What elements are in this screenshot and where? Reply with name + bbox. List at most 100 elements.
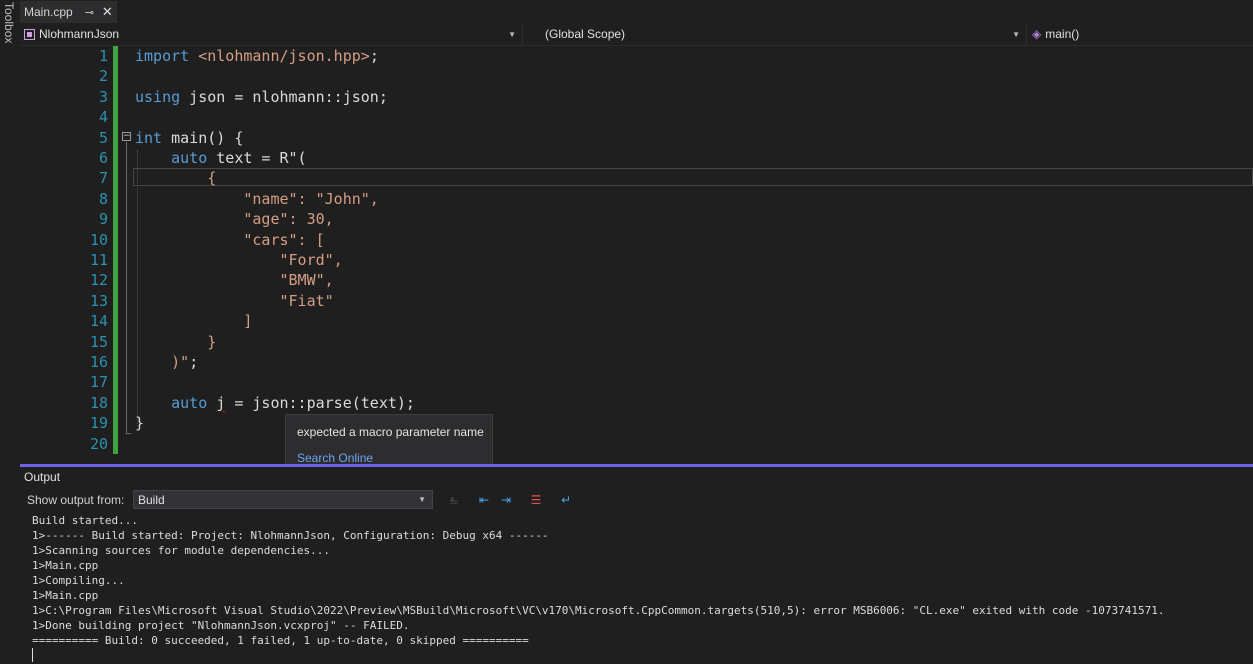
- code-line[interactable]: import <nlohmann/json.hpp>;: [135, 46, 379, 66]
- line-number: 5: [98, 128, 108, 147]
- output-panel: Output Show output from: Build ▼ ⎁ ⇤ ⇥ ☰…: [20, 467, 1253, 664]
- line-number: 6: [98, 149, 108, 167]
- output-line: 1>Main.cpp: [32, 589, 99, 602]
- previous-message-icon[interactable]: ⇤: [476, 492, 492, 508]
- code-line[interactable]: "age": 30,: [135, 209, 334, 229]
- code-line[interactable]: {: [135, 168, 216, 188]
- line-number: 16: [89, 353, 108, 371]
- output-text[interactable]: Build started... 1>------ Build started: …: [32, 513, 1164, 648]
- close-icon[interactable]: ✕: [102, 4, 113, 20]
- code-token: json = nlohmann::json;: [180, 87, 388, 106]
- project-dropdown[interactable]: NlohmannJson ▼: [20, 24, 523, 44]
- line-number: 1: [98, 47, 108, 65]
- line-number: 15: [89, 332, 108, 351]
- line-number: 11: [89, 251, 108, 269]
- toolbox-strip[interactable]: Toolbox: [0, 0, 21, 664]
- line-number: 12: [89, 271, 108, 290]
- code-line[interactable]: }: [135, 413, 144, 433]
- line-number: 18: [89, 393, 108, 412]
- code-line[interactable]: "Ford",: [135, 250, 343, 270]
- code-token: "age": 30,: [135, 210, 334, 229]
- code-line[interactable]: "cars": [: [135, 230, 325, 250]
- outline-guide: [126, 142, 127, 434]
- text-caret: [32, 648, 33, 662]
- collapse-outline-icon[interactable]: −: [122, 132, 131, 141]
- line-number: 14: [89, 312, 108, 331]
- next-message-icon[interactable]: ⇥: [498, 492, 514, 508]
- code-token: main() {: [162, 128, 244, 147]
- pin-icon[interactable]: ⊸: [85, 6, 94, 19]
- code-token: "Ford",: [135, 251, 343, 269]
- line-number: 8: [98, 189, 108, 208]
- code-line[interactable]: auto text = R"(: [135, 148, 307, 168]
- line-number: 17: [89, 373, 108, 392]
- code-token: )": [135, 353, 190, 371]
- line-number: 4: [98, 108, 108, 127]
- word-wrap-icon[interactable]: ↵: [558, 492, 574, 508]
- code-token: text = R"(: [207, 149, 307, 167]
- line-number: 2: [98, 67, 108, 86]
- project-icon: [24, 28, 35, 40]
- line-number: 9: [98, 210, 108, 229]
- line-number: 19: [89, 414, 108, 433]
- code-token: "BMW",: [135, 271, 334, 290]
- code-line[interactable]: using json = nlohmann::json;: [135, 87, 388, 107]
- navigation-bar: NlohmannJson ▼ (Global Scope) ▼ ◈ main(): [20, 23, 1253, 46]
- code-token: "cars": [: [135, 230, 325, 249]
- function-cube-icon: ◈: [1032, 27, 1042, 41]
- go-to-message-icon[interactable]: ⎁: [446, 492, 462, 508]
- code-token: <nlohmann/json.hpp>: [198, 47, 370, 65]
- output-title: Output: [24, 470, 61, 484]
- document-tab-strip: Main.cpp ⊸ ✕: [20, 0, 1253, 23]
- chevron-down-icon: ▼: [508, 29, 516, 39]
- code-token: ]: [135, 312, 253, 331]
- code-token: "Fiat": [135, 291, 334, 310]
- line-number: 7: [98, 169, 108, 188]
- line-number: 3: [98, 87, 108, 106]
- clear-all-icon[interactable]: ☰: [528, 492, 544, 508]
- code-token: }: [135, 332, 217, 351]
- scope-name: (Global Scope): [545, 27, 626, 41]
- code-line[interactable]: ]: [135, 311, 252, 331]
- output-line: 1>Compiling...: [32, 574, 125, 587]
- search-online-link[interactable]: Search Online: [297, 451, 373, 465]
- tab-title: Main.cpp: [24, 5, 73, 19]
- code-editor[interactable]: 1 2 3 4 5 6 7 8 9 10 11 12 13 14 15 16 17 18 19 20 − import…: [20, 46, 1253, 464]
- code-line[interactable]: "BMW",: [135, 270, 334, 290]
- code-token: {: [135, 169, 217, 188]
- code-token: import: [135, 47, 190, 65]
- show-output-label: Show output from:: [27, 493, 125, 507]
- outline-guide-end: [126, 433, 131, 434]
- code-line[interactable]: )";: [135, 352, 198, 372]
- line-number: 10: [89, 230, 108, 249]
- code-token: auto: [171, 149, 208, 167]
- line-number: 20: [89, 434, 108, 453]
- code-token: ;: [369, 47, 379, 65]
- code-token: }: [135, 414, 145, 433]
- output-line: ========== Build: 0 succeeded, 1 failed,…: [32, 634, 529, 647]
- member-dropdown[interactable]: ◈ main(): [1028, 24, 1253, 44]
- output-source-select[interactable]: Build ▼: [133, 490, 433, 509]
- chevron-down-icon: ▼: [418, 495, 426, 504]
- output-line: 1>Scanning sources for module dependenci…: [32, 544, 331, 557]
- scope-dropdown[interactable]: (Global Scope) ▼: [524, 24, 1027, 44]
- output-toolbar: Show output from: Build ▼ ⎁ ⇤ ⇥ ☰ ↵: [20, 488, 1253, 512]
- toolbox-label[interactable]: Toolbox: [2, 2, 16, 43]
- line-number: 13: [89, 291, 108, 310]
- code-token: auto: [171, 393, 208, 412]
- code-line[interactable]: }: [135, 332, 216, 352]
- change-tracking-bar: [113, 46, 118, 454]
- code-token: int: [135, 128, 163, 147]
- tooltip-message: expected a macro parameter name: [297, 425, 484, 439]
- code-token: using: [135, 87, 181, 106]
- code-line[interactable]: "name": "John",: [135, 189, 378, 209]
- tab-main-cpp[interactable]: Main.cpp ⊸ ✕: [20, 1, 117, 23]
- output-source-value: Build: [138, 493, 165, 507]
- code-line[interactable]: "Fiat": [135, 291, 334, 311]
- code-line[interactable]: int main() {: [135, 128, 243, 148]
- code-line[interactable]: auto j = json::parse(text);: [135, 393, 415, 413]
- code-token: ;: [189, 353, 199, 371]
